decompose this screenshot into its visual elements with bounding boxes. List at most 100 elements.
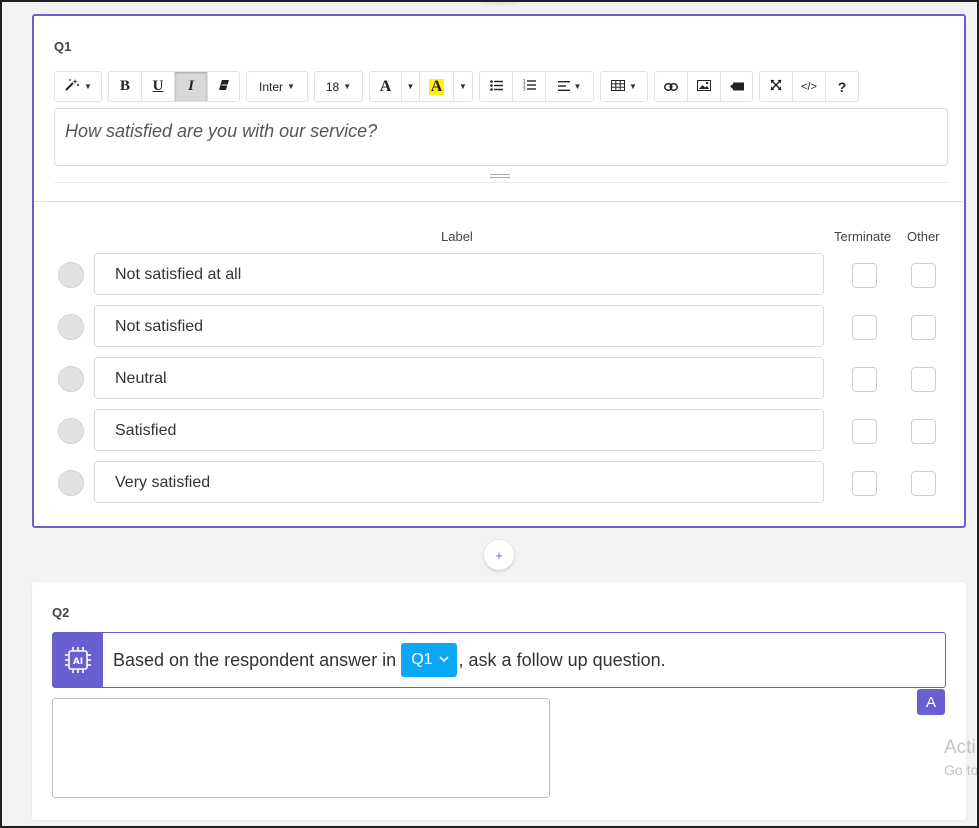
option-label-input[interactable]: Very satisfied [94,461,824,503]
option-row: Satisfied [34,409,964,451]
numbered-list-icon: 123 [523,79,536,94]
bullet-list-button[interactable] [480,72,513,101]
activation-watermark-title: Acti [944,737,976,758]
align-dropdown[interactable]: ▼ [546,72,593,101]
bullet-list-icon [489,79,503,94]
caret-down-icon: ▼ [84,82,92,91]
toolbar-group-insert [654,71,753,102]
a-button[interactable]: A [917,689,945,715]
caret-down-icon: ▼ [573,82,582,91]
code-icon: </> [801,80,817,93]
ai-prompt-before: Based on the respondent answer in [113,649,397,670]
help-button[interactable]: ? [826,72,858,101]
video-icon [729,79,744,94]
magic-wand-icon [64,78,80,95]
question-card-q1[interactable]: Q1 ▼ B U I Inter ▼ 18 ▼ A ▼ A ▼ 1 2 3 ▼ … [32,14,966,528]
ai-follow-up-bar: AI Based on the respondent answer in Q1 … [52,632,946,688]
column-header-terminate: Terminate [834,229,892,244]
ai-chip-icon: AI [53,633,103,687]
text-color-dropdown[interactable]: ▼ [402,72,420,101]
font-family-value: Inter [259,79,284,94]
toolbar-group-size: 18 ▼ [314,71,363,102]
toolbar-group-color: A ▼ A ▼ [369,71,473,102]
numbered-list-button[interactable]: 123 [513,72,546,101]
link-icon [664,79,678,94]
chevron-down-icon [438,654,449,666]
option-row: Neutral [34,357,964,399]
toolbar-group-font: Inter ▼ [246,71,308,102]
option-radio[interactable] [58,366,84,392]
toolbar-group-format: B U I [108,71,240,102]
caret-down-icon: ▼ [287,82,295,91]
column-header-other: Other [907,229,940,244]
table-icon [611,79,626,94]
terminate-checkbox[interactable] [852,419,877,444]
question-text-editor[interactable]: How satisfied are you with our service? [54,108,948,166]
option-label-input[interactable]: Satisfied [94,409,824,451]
option-row: Not satisfied [34,305,964,347]
terminate-checkbox[interactable] [852,367,877,392]
other-checkbox[interactable] [911,263,936,288]
caret-down-icon: ▼ [406,82,415,91]
insert-image-button[interactable] [688,72,721,101]
other-checkbox[interactable] [911,419,936,444]
caret-down-icon: ▼ [343,82,352,91]
ai-prompt-after: , ask a follow up question. [458,649,666,670]
question-reference-select[interactable]: Q1 [401,643,457,677]
question-number: Q1 [54,39,72,54]
align-left-icon [557,79,570,94]
caret-down-icon: ▼ [629,82,637,91]
highlight-color-dropdown[interactable]: ▼ [454,72,472,101]
clear-format-button[interactable] [208,72,239,101]
toolbar-group-misc: </> ? [759,71,859,102]
terminate-checkbox[interactable] [852,315,877,340]
svg-text:3: 3 [523,87,526,92]
text-color-button[interactable]: A [370,72,402,101]
option-label-input[interactable]: Not satisfied at all [94,253,824,295]
option-row: Not satisfied at all [34,253,964,295]
toolbar-group-style: ▼ [54,71,102,102]
highlight-color-icon: A [428,77,445,95]
font-family-dropdown[interactable]: Inter ▼ [247,72,307,101]
other-checkbox[interactable] [911,315,936,340]
other-checkbox[interactable] [911,471,936,496]
insert-link-button[interactable] [655,72,688,101]
italic-button[interactable]: I [175,72,208,101]
divider [54,182,948,183]
terminate-checkbox[interactable] [852,263,877,288]
toolbar-group-table: ▼ [600,71,648,102]
column-header-label: Label [441,229,473,244]
option-radio[interactable] [58,470,84,496]
terminate-checkbox[interactable] [852,471,877,496]
top-shadow [480,0,520,6]
underline-button[interactable]: U [142,72,175,101]
option-radio[interactable] [58,262,84,288]
activation-watermark-subtitle: Go to [944,762,979,778]
option-radio[interactable] [58,314,84,340]
option-label-input[interactable]: Not satisfied [94,305,824,347]
question-number: Q2 [52,605,70,620]
option-row: Very satisfied [34,461,964,503]
ai-prompt-text: Based on the respondent answer in Q1 , a… [113,643,666,677]
question-card-q2[interactable]: Q2 AI Based on the respondent answer in … [32,582,966,820]
bold-button[interactable]: B [109,72,142,101]
follow-up-answer-textarea[interactable] [52,698,550,798]
text-color-icon: A [379,77,392,95]
table-dropdown[interactable]: ▼ [601,72,647,101]
highlight-color-button[interactable]: A [420,72,454,101]
magic-wand-button[interactable]: ▼ [55,72,101,101]
option-radio[interactable] [58,418,84,444]
eraser-icon [218,79,230,94]
editor-resize-handle[interactable] [490,174,510,180]
fullscreen-icon [770,79,782,94]
insert-video-button[interactable] [721,72,752,101]
font-size-dropdown[interactable]: 18 ▼ [315,72,362,101]
other-checkbox[interactable] [911,367,936,392]
add-question-button[interactable]: + [484,540,514,570]
option-label-input[interactable]: Neutral [94,357,824,399]
divider [34,201,964,202]
code-view-button[interactable]: </> [793,72,826,101]
caret-down-icon: ▼ [459,82,467,91]
question-reference-value: Q1 [411,651,433,668]
fullscreen-button[interactable] [760,72,793,101]
